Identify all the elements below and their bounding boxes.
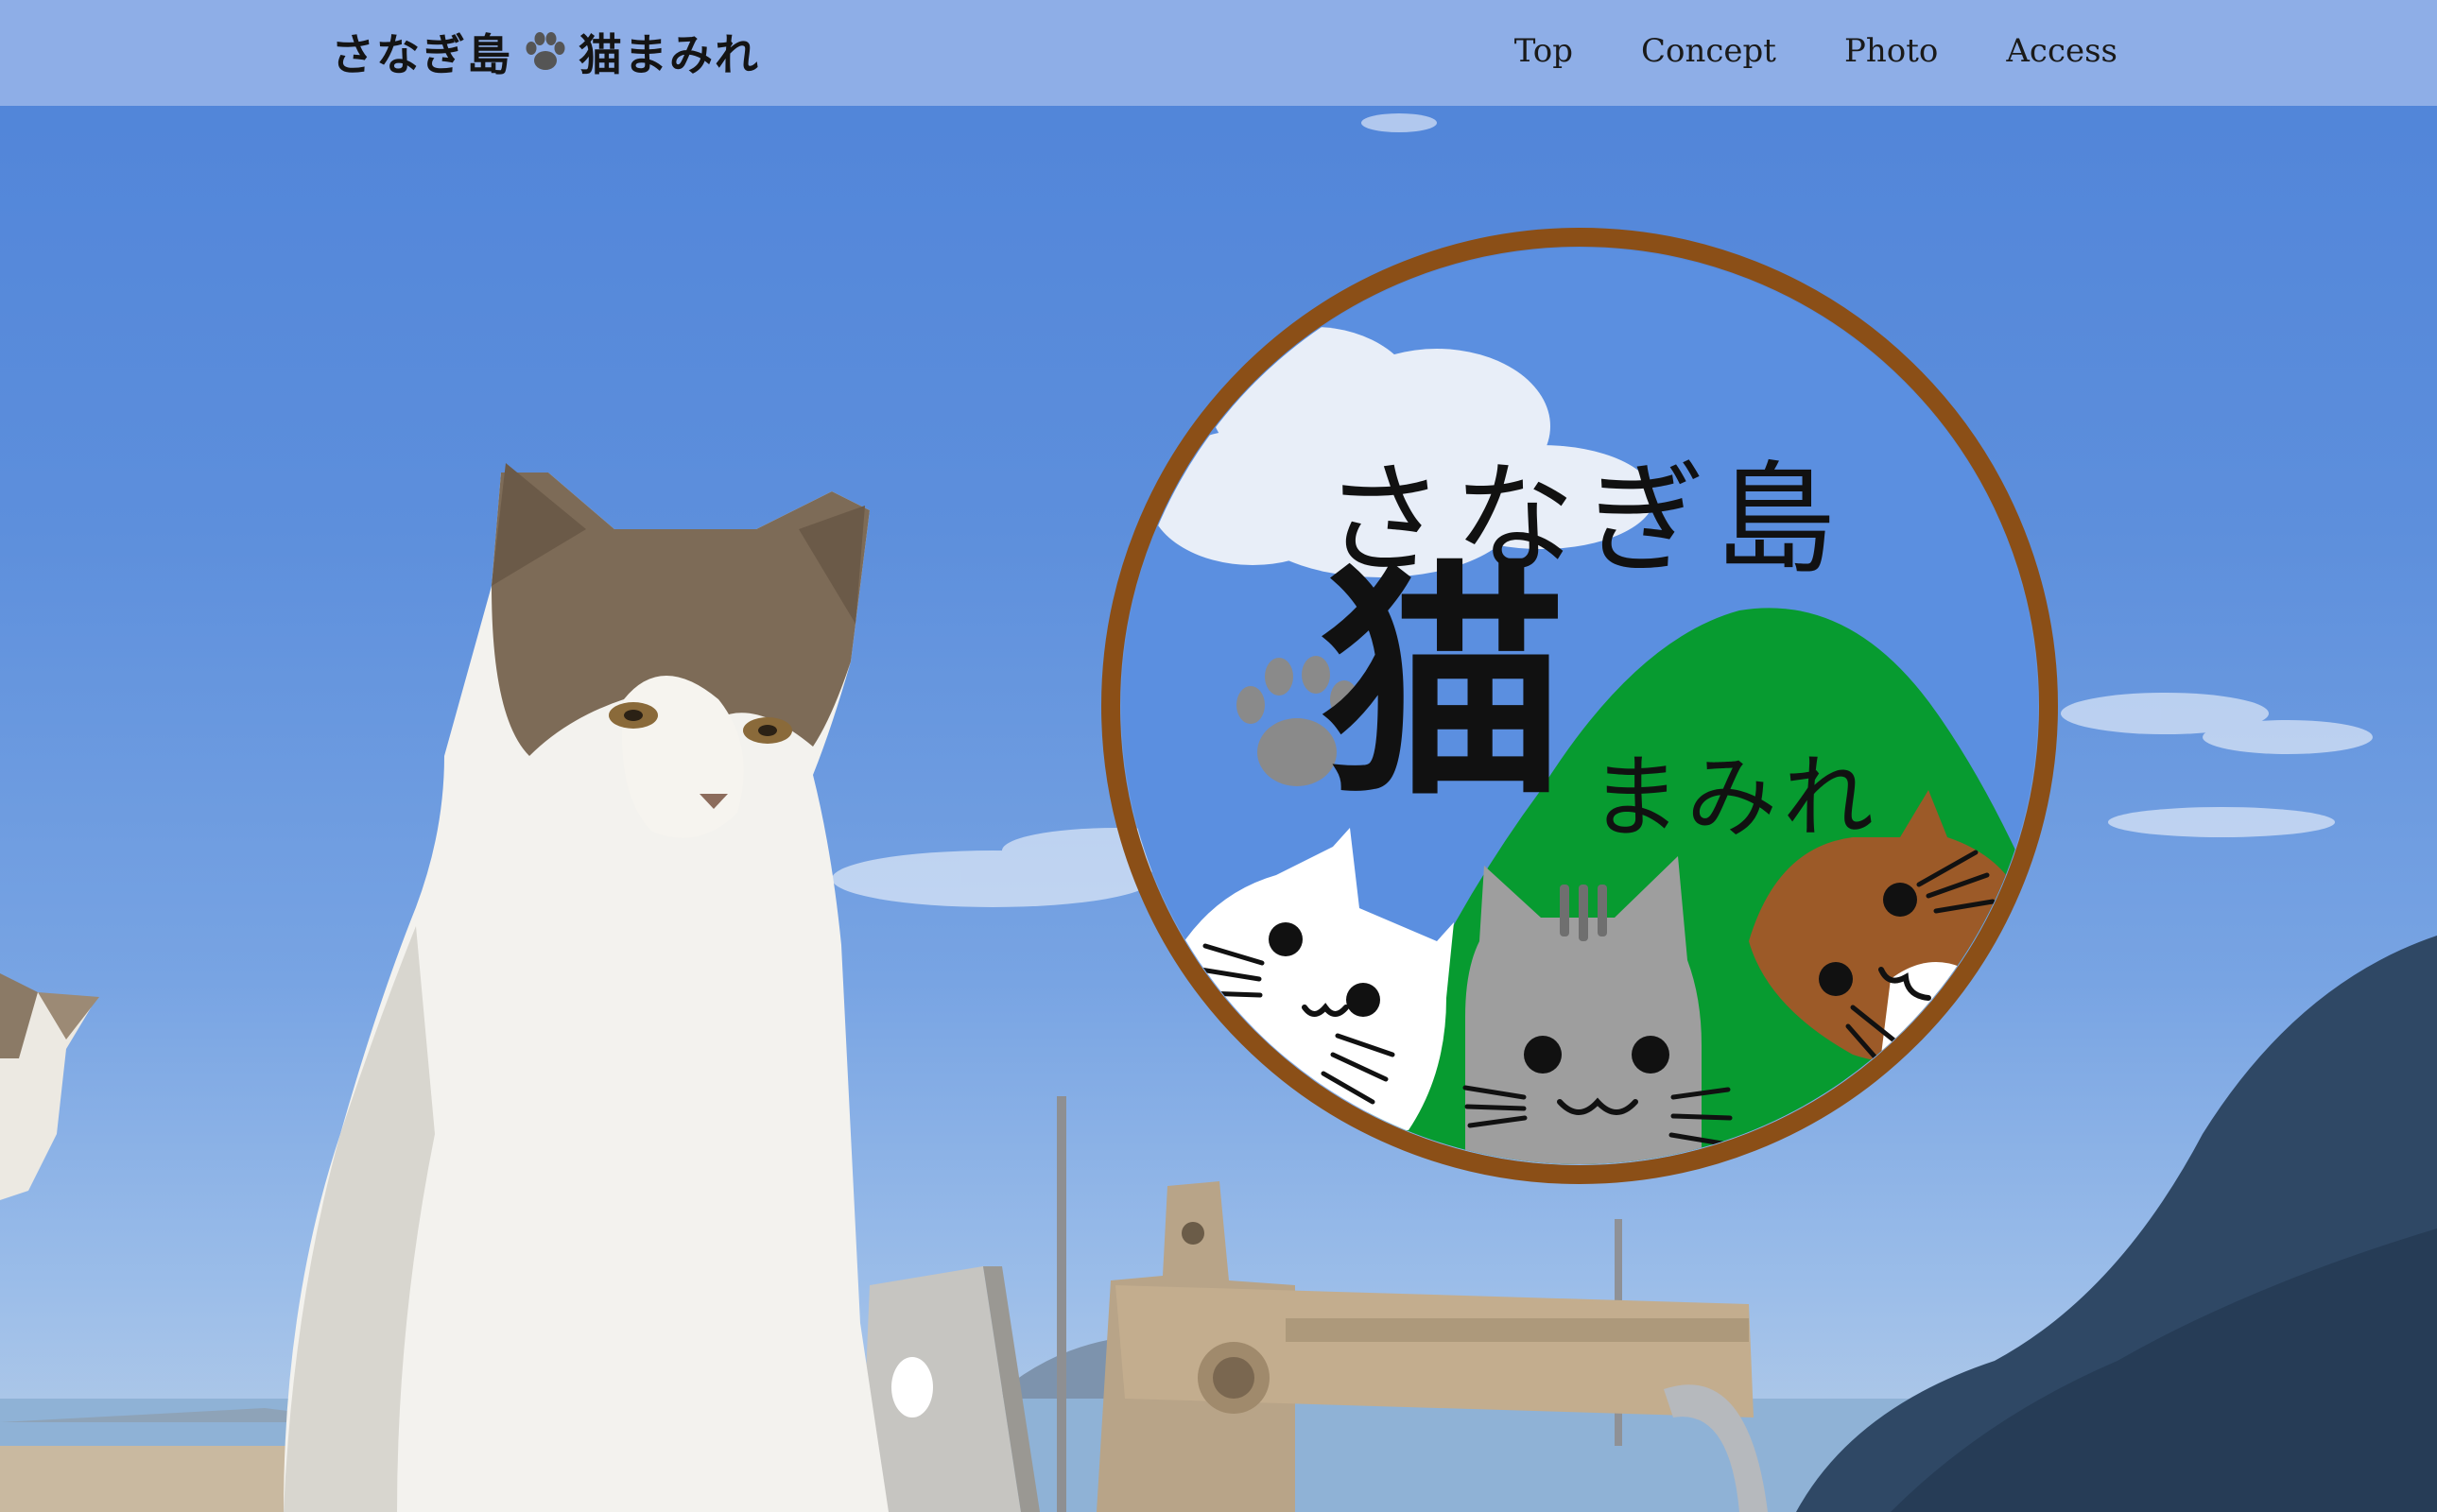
emblem-subtitle: まみれ <box>1590 745 1879 850</box>
site-logo-link[interactable]: さなぎ島 猫まみれ <box>331 23 760 81</box>
nav-link-concept[interactable]: Concept <box>1607 32 1810 70</box>
brand-text-1: さなぎ島 <box>331 29 512 80</box>
page: さなぎ島 猫まみれ Top Concept Photo Access さなぎ島 … <box>0 0 2437 1512</box>
emblem-graphic <box>1101 228 2058 1184</box>
emblem-big-char: 猫 <box>1320 541 1567 829</box>
site-header: さなぎ島 猫まみれ Top Concept Photo Access <box>0 0 2437 106</box>
main-nav: Top Concept Photo Access <box>1480 25 2117 77</box>
cat-photo-left <box>0 973 99 1200</box>
hero-logo-emblem: さなぎ島 猫 まみれ <box>1097 223 2063 1189</box>
nav-link-top[interactable]: Top <box>1480 32 1607 70</box>
paw-icon <box>522 31 569 73</box>
cat-photo <box>284 463 889 1512</box>
nav-link-photo[interactable]: Photo <box>1810 32 1972 70</box>
brand-text-2: 猫まみれ <box>579 29 760 80</box>
nav-link-access[interactable]: Access <box>1972 32 2117 70</box>
